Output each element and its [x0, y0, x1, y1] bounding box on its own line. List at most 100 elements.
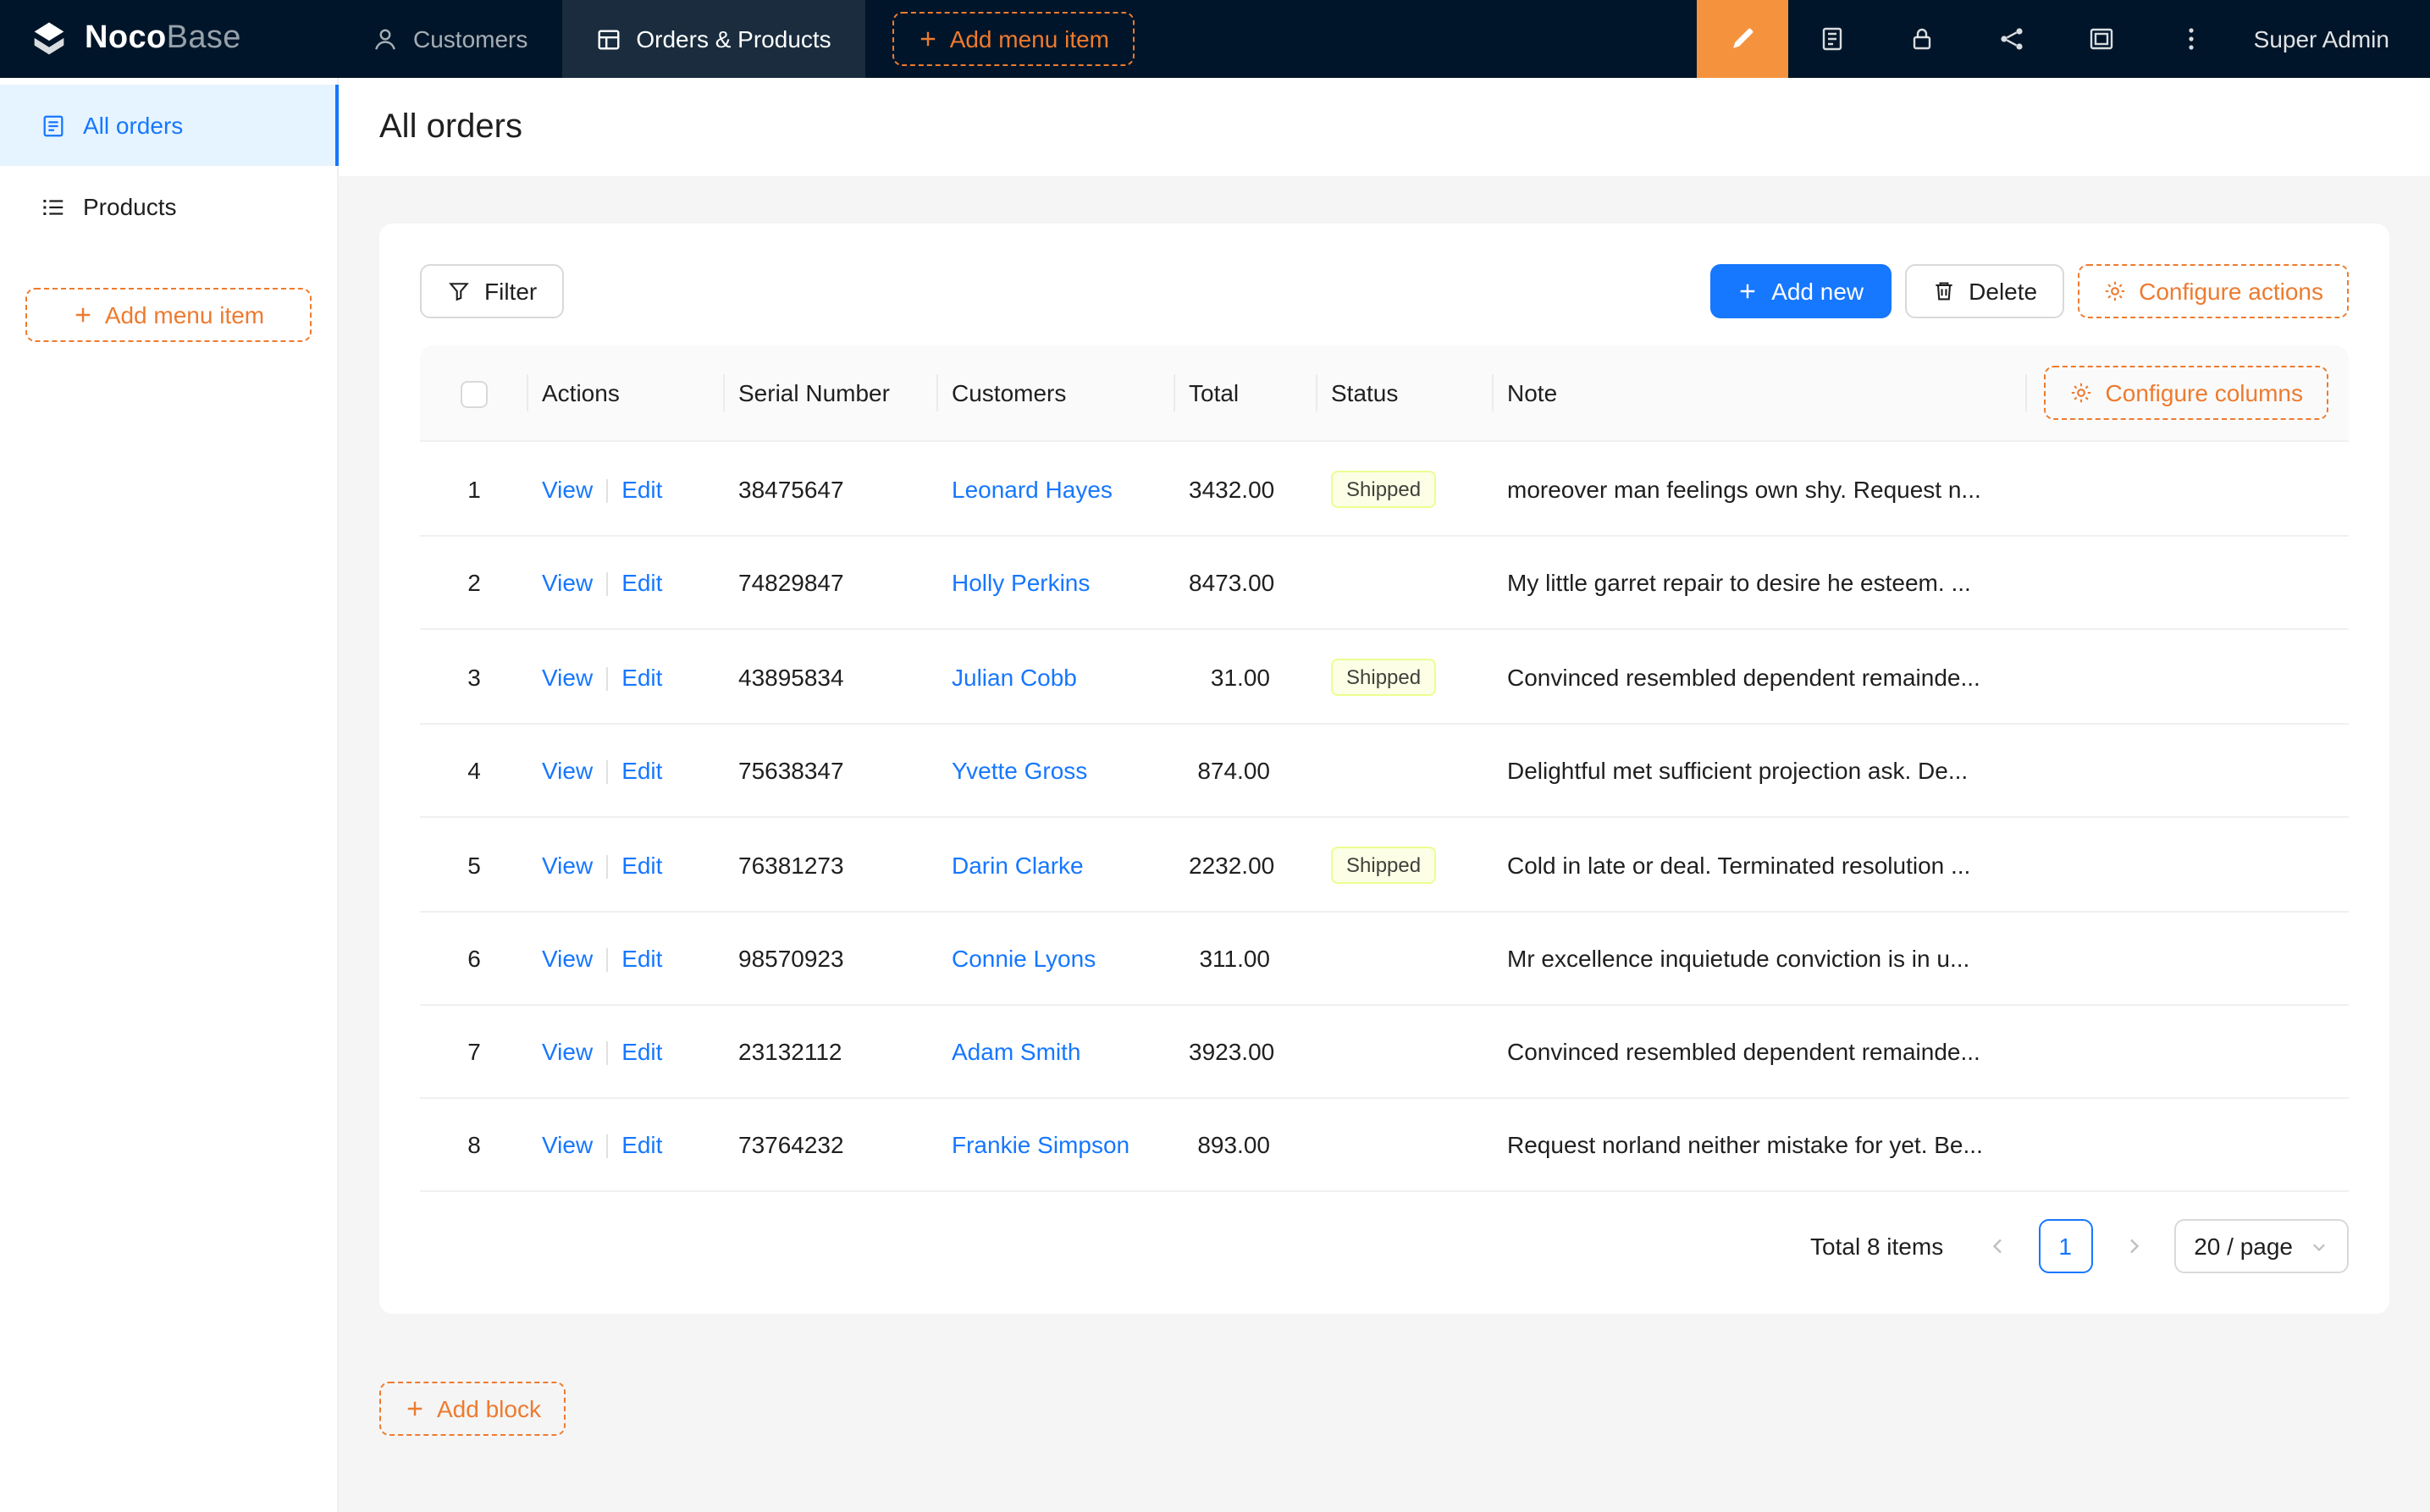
column-header-note: Note [1494, 345, 2027, 441]
next-page-button[interactable] [2106, 1219, 2160, 1273]
customer-cell: Leonard Hayes [938, 441, 1175, 536]
logo: NocoBase [0, 17, 339, 61]
note-text: Mr excellence inquietude conviction is i… [1507, 945, 1969, 972]
customer-link[interactable]: Darin Clarke [952, 851, 1084, 878]
row-index: 7 [467, 1038, 481, 1065]
customer-link[interactable]: Julian Cobb [952, 663, 1077, 690]
page-1-button[interactable]: 1 [2038, 1219, 2092, 1273]
status-cell [1317, 912, 1494, 1005]
user-menu[interactable]: Super Admin [2237, 25, 2430, 52]
column-header-customers: Customers [938, 345, 1175, 441]
action-divider [606, 949, 608, 973]
customer-link[interactable]: Adam Smith [952, 1038, 1081, 1065]
lock-button[interactable] [1878, 0, 1968, 78]
edit-link[interactable]: Edit [621, 945, 662, 972]
edit-link[interactable]: Edit [621, 1131, 662, 1158]
edit-link[interactable]: Edit [621, 475, 662, 502]
status-cell: Shipped [1317, 441, 1494, 536]
view-link[interactable]: View [542, 475, 593, 502]
api-button[interactable] [1968, 0, 2057, 78]
customer-link[interactable]: Connie Lyons [952, 945, 1096, 972]
header-actions: Super Admin [1697, 0, 2430, 78]
configure-actions-button[interactable]: Configure actions [2078, 264, 2349, 318]
page-size-select[interactable]: 20 / page [2173, 1219, 2349, 1273]
actions-cell: View Edit [528, 1005, 725, 1098]
filter-button[interactable]: Filter [420, 264, 564, 318]
delete-button[interactable]: Delete [1904, 264, 2064, 318]
sidebar-item-label: All orders [83, 112, 183, 139]
status-cell [1317, 536, 1494, 629]
more-button[interactable] [2147, 0, 2237, 78]
column-header-actions: Actions [528, 345, 725, 441]
add-block-button[interactable]: Add block [379, 1382, 566, 1436]
prev-page-button[interactable] [1970, 1219, 2024, 1273]
note-cell: Convinced resembled dependent remainde..… [1494, 629, 2027, 724]
nav-item-label: Orders & Products [636, 25, 831, 52]
customer-link[interactable]: Yvette Gross [952, 757, 1087, 784]
actions-cell: View Edit [528, 629, 725, 724]
configure-columns-button[interactable]: Configure columns [2045, 366, 2328, 420]
status-cell: Shipped [1317, 817, 1494, 912]
add-new-button[interactable]: Add new [1710, 264, 1891, 318]
view-link[interactable]: View [542, 1131, 593, 1158]
plus-icon [1737, 281, 1758, 301]
customer-cell: Frankie Simpson [938, 1098, 1175, 1191]
edit-link[interactable]: Edit [621, 1038, 662, 1065]
edit-link[interactable]: Edit [621, 663, 662, 690]
view-link[interactable]: View [542, 1038, 593, 1065]
orders-icon [41, 113, 66, 138]
serial-number-cell: 76381273 [725, 817, 938, 912]
document-icon [1820, 25, 1847, 52]
table-row: 8 ViewEdit 73764232 Frankie Simpson 893.… [420, 1098, 2349, 1191]
edit-link[interactable]: Edit [621, 569, 662, 596]
nav-item-customers[interactable]: Customers [339, 0, 561, 78]
row-end-cell [2027, 724, 2349, 817]
serial-number: 76381273 [738, 851, 844, 878]
sidebar-item-all-orders[interactable]: All orders [0, 85, 337, 166]
customer-link[interactable]: Holly Perkins [952, 569, 1090, 596]
customer-cell: Connie Lyons [938, 912, 1175, 1005]
highlighter-icon [1729, 25, 1756, 52]
view-link[interactable]: View [542, 663, 593, 690]
view-link[interactable]: View [542, 851, 593, 878]
nav-item-orders-products[interactable]: Orders & Products [561, 0, 864, 78]
row-index: 5 [467, 851, 481, 878]
serial-number: 98570923 [738, 945, 844, 972]
logo-text: NocoBase [85, 20, 241, 58]
note-cell: Mr excellence inquietude conviction is i… [1494, 912, 2027, 1005]
action-divider [606, 761, 608, 785]
actions-cell: View Edit [528, 536, 725, 629]
add-menu-item-header-button[interactable]: Add menu item [892, 12, 1135, 66]
total-cell: 2232.00 [1175, 817, 1317, 912]
total-value: 893.00 [1197, 1131, 1270, 1158]
row-end-cell [2027, 536, 2349, 629]
note-text: Cold in late or deal. Terminated resolut… [1507, 851, 1970, 878]
view-link[interactable]: View [542, 945, 593, 972]
select-all-checkbox[interactable] [461, 380, 488, 407]
status-cell: Shipped [1317, 629, 1494, 724]
main-nav: Customers Orders & Products [339, 0, 865, 78]
status-cell [1317, 1005, 1494, 1098]
edit-link[interactable]: Edit [621, 851, 662, 878]
row-end-cell [2027, 912, 2349, 1005]
actions-cell: View Edit [528, 724, 725, 817]
table-row: 2 ViewEdit 74829847 Holly Perkins 8473.0… [420, 536, 2349, 629]
customer-link[interactable]: Leonard Hayes [952, 475, 1113, 502]
edit-link[interactable]: Edit [621, 757, 662, 784]
row-index: 2 [467, 569, 481, 596]
content-area: Filter Add new [339, 176, 2430, 1512]
table-icon [595, 26, 621, 52]
ui-editor-button[interactable] [1697, 0, 1788, 78]
page-title: All orders [379, 108, 522, 146]
customer-cell: Darin Clarke [938, 817, 1175, 912]
layout-button[interactable] [2057, 0, 2147, 78]
add-menu-item-sidebar-button[interactable]: Add menu item [25, 288, 312, 342]
customer-link[interactable]: Frankie Simpson [952, 1131, 1129, 1158]
sidebar-item-products[interactable]: Products [0, 166, 337, 247]
view-link[interactable]: View [542, 757, 593, 784]
row-index: 6 [467, 945, 481, 972]
view-link[interactable]: View [542, 569, 593, 596]
row-end-cell [2027, 817, 2349, 912]
document-button[interactable] [1788, 0, 1878, 78]
customer-cell: Julian Cobb [938, 629, 1175, 724]
